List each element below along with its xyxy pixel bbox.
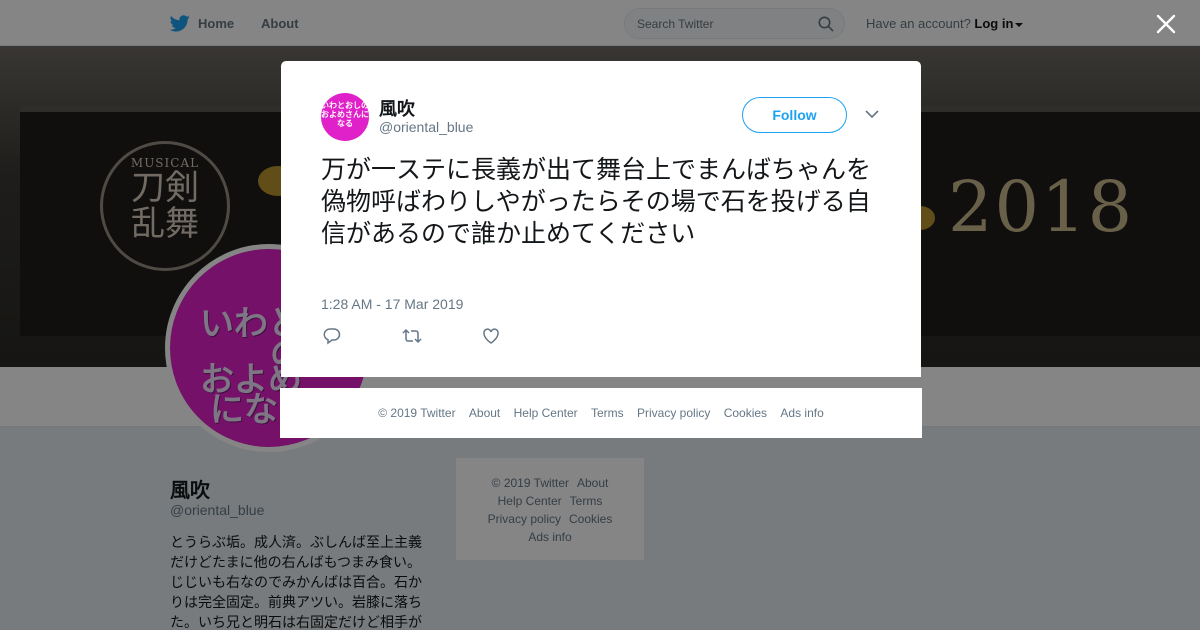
footer-link-about[interactable]: About: [469, 406, 500, 420]
tweet-timestamp[interactable]: 1:28 AM - 17 Mar 2019: [321, 296, 463, 312]
tweet-author-handle[interactable]: @oriental_blue: [379, 119, 473, 135]
retweet-icon[interactable]: [402, 327, 422, 345]
footer-link-cookies[interactable]: Cookies: [724, 406, 767, 420]
follow-button[interactable]: Follow: [742, 97, 847, 133]
modal-footer: © 2019 Twitter About Help Center Terms P…: [280, 388, 922, 438]
tweet-modal: いわとおしのおよめさんになる 風吹 @oriental_blue Follow …: [281, 61, 921, 377]
footer-link-help[interactable]: Help Center: [514, 406, 578, 420]
footer-link-privacy[interactable]: Privacy policy: [637, 406, 710, 420]
close-icon[interactable]: [1154, 12, 1178, 36]
footer-link-terms[interactable]: Terms: [591, 406, 624, 420]
footer-link-ads[interactable]: Ads info: [780, 406, 823, 420]
tweet-avatar[interactable]: いわとおしのおよめさんになる: [321, 93, 369, 141]
like-icon[interactable]: [482, 327, 500, 345]
tweet-text: 万が一ステに長義が出て舞台上でまんばちゃんを偽物呼ばわりしやがったらその場で石を…: [321, 155, 872, 248]
footer-copyright: © 2019 Twitter: [378, 406, 456, 420]
chevron-down-icon[interactable]: [865, 109, 879, 119]
tweet-author-name[interactable]: 風吹: [379, 95, 415, 121]
reply-icon[interactable]: [323, 327, 341, 345]
